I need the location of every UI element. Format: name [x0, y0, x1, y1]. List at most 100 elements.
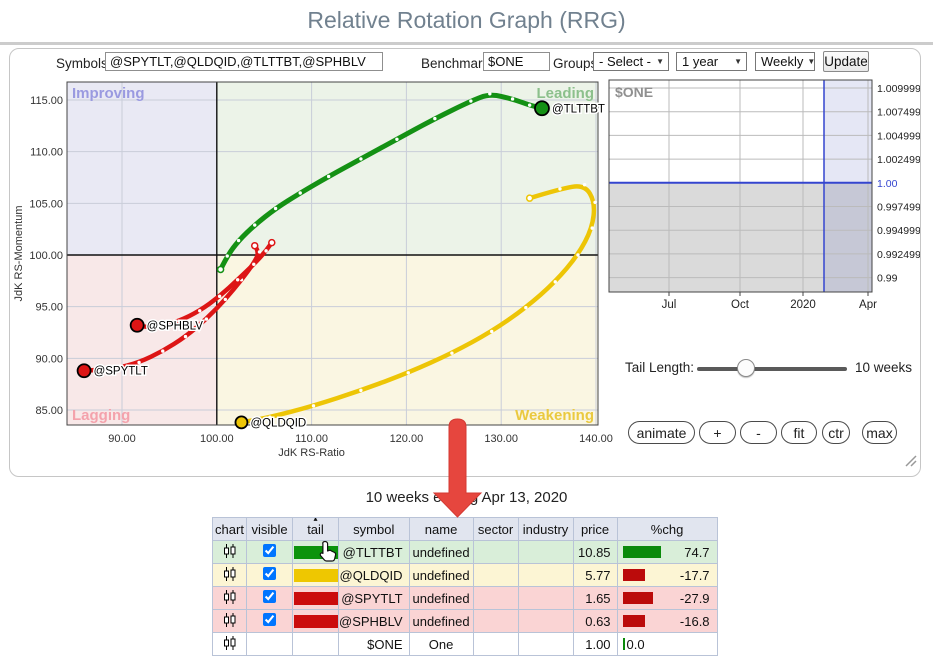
column-header-chg[interactable]: %chg	[617, 518, 717, 541]
pct-change-cell: -17.7	[617, 564, 717, 587]
visible-checkbox[interactable]	[263, 544, 276, 557]
bench-x-label: Jul	[662, 299, 677, 310]
industry-cell	[518, 564, 573, 587]
tail-marker	[205, 317, 208, 320]
column-header-price[interactable]: price	[573, 518, 617, 541]
zoom-out-button[interactable]: -	[740, 421, 777, 444]
cursor-pointer-hand-icon	[318, 540, 338, 563]
bench-y-label: 0.99	[877, 273, 898, 285]
max-button[interactable]: max	[862, 421, 897, 444]
chevron-down-icon: ▼	[730, 57, 742, 66]
industry-cell	[518, 541, 573, 564]
price-cell: 1.00	[573, 633, 617, 656]
tail-marker	[252, 263, 255, 266]
benchmark-input[interactable]	[483, 52, 550, 71]
x-tick-label: 120.00	[390, 433, 424, 445]
tail-marker	[558, 187, 561, 190]
pct-change-cell: 0.0	[617, 633, 717, 656]
candlestick-chart-icon[interactable]	[222, 567, 238, 581]
tail-start-marker	[527, 195, 533, 201]
animate-button[interactable]: animate	[628, 421, 695, 444]
header-divider	[0, 42, 933, 45]
candlestick-chart-icon[interactable]	[222, 636, 238, 650]
sector-cell	[473, 633, 518, 656]
update-button[interactable]: Update	[823, 51, 869, 72]
bench-x-label: Oct	[731, 299, 750, 310]
tail-color-swatch[interactable]	[294, 615, 338, 628]
symbols-input[interactable]	[105, 52, 383, 71]
industry-cell	[518, 587, 573, 610]
x-tick-label: 110.00	[295, 433, 328, 445]
candlestick-chart-icon[interactable]	[222, 590, 238, 604]
series-head-@QLDQID[interactable]	[235, 416, 247, 428]
series-label-@QLDQID: @QLDQID	[250, 417, 306, 429]
groups-select[interactable]: - Select - ▼	[593, 52, 669, 71]
candlestick-chart-icon[interactable]	[222, 544, 238, 558]
y-tick-label: 95.00	[35, 302, 63, 314]
tail-cell	[293, 633, 339, 656]
symbols-table: chartvisibletail▴symbolnamesectorindustr…	[212, 517, 718, 656]
pct-change-value: 74.7	[684, 545, 709, 560]
visible-checkbox[interactable]	[263, 590, 276, 603]
ctr-button[interactable]: ctr	[822, 421, 850, 444]
chart-cell	[213, 564, 247, 587]
frequency-select[interactable]: Weekly ▼	[755, 52, 815, 71]
symbol-cell: @TLTTBT	[339, 541, 410, 564]
bench-x-label: 2020	[790, 299, 816, 310]
series-head-@TLTTBT[interactable]	[535, 101, 549, 115]
column-header-industry[interactable]: industry	[518, 518, 573, 541]
series-head-@SPYTLT[interactable]	[78, 364, 91, 377]
y-axis-title: JdK RS-Momentum	[13, 206, 25, 302]
tail-marker	[591, 226, 594, 229]
tail-length-slider-track[interactable]	[697, 367, 847, 371]
candlestick-chart-icon[interactable]	[222, 613, 238, 627]
pct-change-bar	[623, 638, 625, 650]
tail-marker	[359, 389, 362, 392]
column-header-visible[interactable]: visible	[247, 518, 293, 541]
resize-handle-icon[interactable]	[903, 453, 918, 468]
visible-checkbox[interactable]	[263, 613, 276, 626]
symbol-cell: @QLDQID	[339, 564, 410, 587]
column-header-symbol[interactable]: symbol	[339, 518, 410, 541]
pct-change-cell: -16.8	[617, 610, 717, 633]
tail-color-swatch[interactable]	[294, 592, 338, 605]
sector-cell	[473, 610, 518, 633]
name-cell: undefined	[409, 587, 473, 610]
rrg-widget-panel: Symbols: Benchmark: Groups: - Select - ▼…	[9, 48, 921, 477]
column-header-name[interactable]: name	[409, 518, 473, 541]
column-header-chart[interactable]: chart	[213, 518, 247, 541]
series-label-@SPYTLT: @SPYTLT	[94, 366, 148, 378]
column-header-tail[interactable]: tail▴	[293, 518, 339, 541]
tail-marker	[226, 254, 229, 257]
name-cell: undefined	[409, 564, 473, 587]
tail-marker	[490, 330, 493, 333]
column-header-sector[interactable]: sector	[473, 518, 518, 541]
pct-change-bar	[623, 546, 661, 558]
tail-length-value: 10 weeks	[855, 360, 912, 375]
tail-marker	[488, 92, 491, 95]
x-tick-label: 140.00	[579, 433, 613, 445]
tail-marker	[327, 175, 330, 178]
chart-cell	[213, 541, 247, 564]
tail-marker	[274, 207, 277, 210]
chart-cell	[213, 587, 247, 610]
zoom-in-button[interactable]: +	[699, 421, 736, 444]
bench-title: $ONE	[615, 84, 653, 100]
quadrant-label-lagging: Lagging	[72, 407, 130, 424]
visible-checkbox[interactable]	[263, 567, 276, 580]
y-tick-label: 110.00	[30, 147, 63, 159]
tail-length-slider-thumb[interactable]	[737, 359, 755, 377]
quadrant-label-improving: Improving	[72, 85, 145, 102]
quadrant-label-leading: Leading	[536, 85, 594, 102]
period-select[interactable]: 1 year ▼	[676, 52, 747, 71]
tail-marker	[450, 351, 453, 354]
pct-change-bar	[623, 615, 645, 627]
series-head-@SPHBLV[interactable]	[131, 319, 144, 332]
sector-cell	[473, 564, 518, 587]
tail-marker	[469, 99, 472, 102]
pct-change-bar	[623, 569, 645, 581]
fit-button[interactable]: fit	[781, 421, 817, 444]
tail-color-swatch[interactable]	[294, 569, 338, 582]
chevron-down-icon: ▼	[803, 57, 815, 66]
x-tick-label: 90.00	[108, 433, 136, 445]
